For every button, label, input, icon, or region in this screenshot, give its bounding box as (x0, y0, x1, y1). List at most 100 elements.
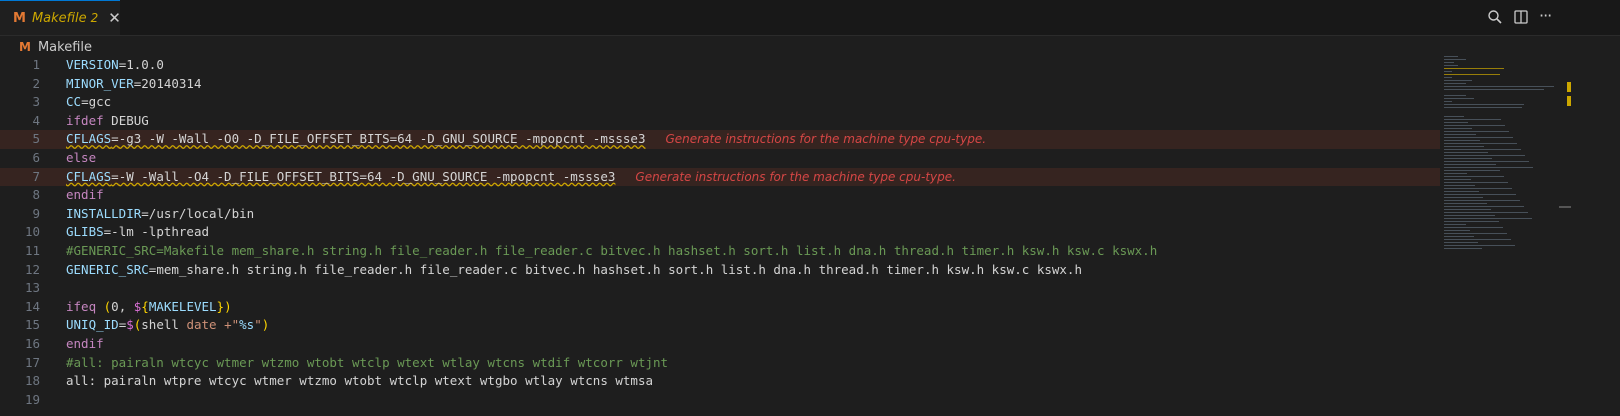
minimap-line (1444, 68, 1504, 69)
line-number: 17 (24, 354, 40, 370)
code-line[interactable]: 7 CFLAGS=-W -Wall -O4 -D_FILE_OFFSET_BITS… (0, 167, 1440, 187)
code-line[interactable]: 2 MINOR_VER=20140314 (0, 75, 1440, 94)
minimap-line (1444, 185, 1475, 186)
line-number: 13 (24, 280, 40, 296)
minimap-line (1444, 77, 1452, 78)
minimap-line (1444, 176, 1504, 177)
line-number: 3 (32, 94, 40, 110)
inline-diagnostic: Generate instructions for the machine ty… (665, 132, 987, 147)
minimap-line (1444, 236, 1474, 237)
split-editor-icon[interactable] (1513, 9, 1529, 25)
minimap-line (1444, 143, 1517, 144)
code-line[interactable]: 13 (0, 279, 1440, 298)
problems-count-badge: 2 (90, 11, 99, 25)
warning-marker (1567, 82, 1571, 92)
warning-marker (1567, 96, 1571, 106)
code-line[interactable]: 11 #GENERIC_SRC=Makefile mem_share.h stri… (0, 242, 1440, 261)
makefile-icon: M (19, 40, 31, 54)
line-number: 6 (32, 149, 40, 165)
code-line[interactable]: 15 UNIQ_ID=$(shell date +"%s") (0, 316, 1440, 335)
code-line[interactable]: 4 ifdef DEBUG (0, 112, 1440, 131)
minimap-line (1444, 128, 1472, 129)
line-number: 8 (32, 187, 40, 203)
code-line[interactable]: 9 INSTALLDIR=/usr/local/bin (0, 205, 1440, 224)
minimap-line (1444, 104, 1524, 105)
code-line[interactable]: 1 VERSION=1.0.0 (0, 56, 1440, 75)
minimap-line (1444, 146, 1484, 147)
minimap-line (1444, 122, 1468, 123)
minimap-line (1444, 188, 1512, 189)
line-number: 4 (32, 112, 40, 128)
minimap-line (1444, 116, 1464, 117)
minimap-line (1444, 56, 1458, 57)
line-number: 16 (24, 335, 40, 351)
code-text: #GENERIC_SRC=Makefile mem_share.h string… (66, 242, 1158, 258)
line-number: 19 (24, 391, 40, 407)
minimap-line (1444, 212, 1528, 213)
code-line[interactable]: 8 endif (0, 186, 1440, 205)
minimap-line (1444, 89, 1544, 90)
close-icon[interactable]: ✕ (108, 9, 121, 27)
minimap-line (1444, 158, 1492, 159)
code-text: ifdef DEBUG (66, 112, 149, 128)
code-line[interactable]: 12 GENERIC_SRC=mem_share.h string.h file_… (0, 261, 1440, 280)
minimap-line (1444, 161, 1529, 162)
code-text: all: pairaln wtpre wtcyc wtmer wtzmo wto… (66, 373, 653, 389)
minimap-line (1444, 173, 1467, 174)
code-line[interactable]: 14 ifeq (0, ${MAKELEVEL}) (0, 298, 1440, 317)
tab-bar: M Makefile 2 ✕ ··· (0, 0, 1620, 36)
tab-makefile[interactable]: M Makefile 2 ✕ (0, 0, 121, 35)
minimap-line (1444, 218, 1532, 219)
code-text: CFLAGS=-g3 -W -Wall -O0 -D_FILE_OFFSET_B… (66, 131, 987, 147)
line-number: 18 (24, 373, 40, 389)
code-text: else (66, 149, 97, 165)
minimap-line (1444, 230, 1470, 231)
line-number: 15 (24, 317, 40, 333)
minimap-line (1444, 224, 1466, 225)
overview-ruler[interactable] (1558, 54, 1572, 416)
code-line[interactable]: 6 else (0, 149, 1440, 168)
code-text: endif (66, 335, 104, 351)
code-line[interactable]: 19 (0, 391, 1440, 410)
minimap-line (1444, 221, 1499, 222)
code-line[interactable]: 16 endif (0, 335, 1440, 354)
line-number: 11 (24, 242, 40, 258)
code-line[interactable]: 17 #all: pairaln wtcyc wtmer wtzmo wtobt … (0, 354, 1440, 373)
code-line[interactable]: 5 CFLAGS=-g3 -W -Wall -O0 -D_FILE_OFFSET_… (0, 130, 1440, 149)
minimap-line (1444, 83, 1466, 84)
search-icon[interactable] (1487, 9, 1503, 25)
line-number: 2 (32, 75, 40, 91)
code-text: UNIQ_ID=$(shell date +"%s") (66, 317, 270, 333)
code-line[interactable]: 3 CC=gcc (0, 93, 1440, 112)
minimap-line (1444, 131, 1509, 132)
line-number: 1 (32, 57, 40, 72)
line-number: 10 (24, 224, 40, 240)
more-actions-icon[interactable]: ··· (1539, 6, 1559, 25)
minimap-line (1444, 167, 1533, 168)
minimap-line (1444, 245, 1515, 246)
code-text: GLIBS=-lm -lpthread (66, 224, 210, 240)
minimap-line (1444, 197, 1483, 198)
code-line[interactable]: 18 all: pairaln wtpre wtcyc wtmer wtzmo w… (0, 372, 1440, 391)
line-number: 5 (32, 131, 40, 147)
scroll-position-marker (1559, 206, 1571, 208)
code-text: endif (66, 187, 104, 203)
minimap[interactable] (1442, 54, 1558, 416)
minimap-line (1444, 179, 1471, 180)
breadcrumb-item-makefile[interactable]: Makefile (38, 40, 92, 55)
code-text: INSTALLDIR=/usr/local/bin (66, 205, 255, 221)
minimap-line (1444, 119, 1501, 120)
code-text: #all: pairaln wtcyc wtmer wtzmo wtobt wt… (66, 354, 669, 370)
minimap-line (1444, 137, 1513, 138)
minimap-line (1444, 107, 1522, 108)
code-text: CC=gcc (66, 94, 112, 110)
minimap-line (1444, 209, 1491, 210)
code-line[interactable]: 10 GLIBS=-lm -lpthread (0, 223, 1440, 242)
minimap-line (1444, 80, 1472, 81)
code-text: VERSION=1.0.0 (66, 57, 164, 72)
minimap-line (1444, 164, 1496, 165)
code-editor[interactable]: 1 VERSION=1.0.0 2 MINOR_VER=20140314 3 CC=gcc… (0, 56, 1440, 416)
minimap-line (1444, 134, 1476, 135)
minimap-line (1444, 215, 1495, 216)
minimap-line (1444, 149, 1521, 150)
